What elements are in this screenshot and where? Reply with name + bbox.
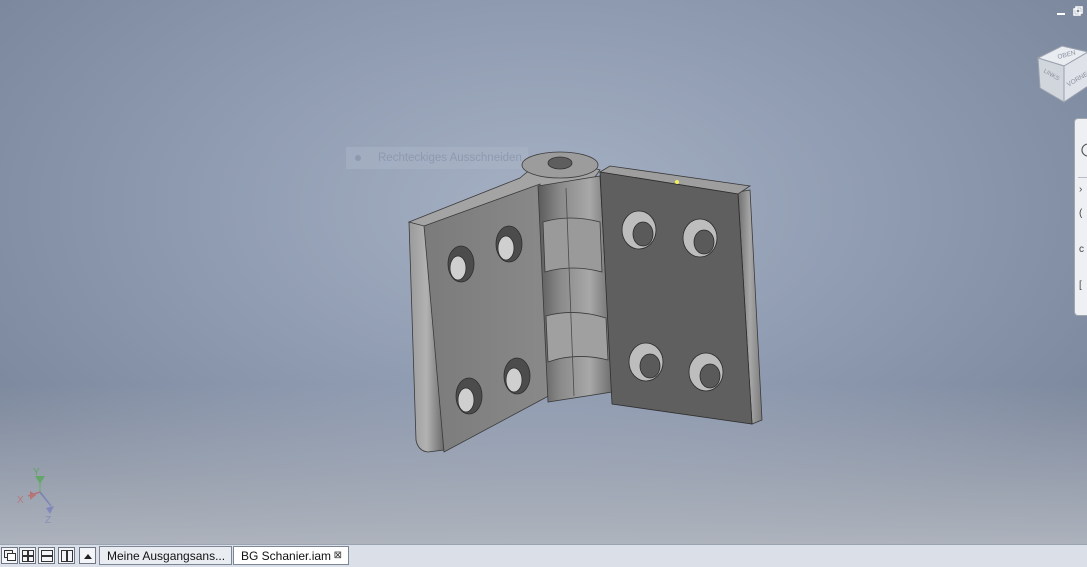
tile-horizontal-icon[interactable] (38, 547, 55, 564)
document-tab-bar: Meine Ausgangsans... BG Schanier.iam ⊠ (0, 544, 1087, 567)
tab-label: Meine Ausgangsans... (107, 549, 226, 563)
tab-label: BG Schanier.iam (241, 549, 332, 563)
tile-vertical-icon[interactable] (58, 547, 75, 564)
close-tab-icon[interactable]: ⊠ (334, 547, 342, 564)
cascade-icon[interactable] (1, 547, 18, 564)
tile-grid-icon[interactable] (19, 547, 36, 564)
tab-meine-ausgangsansicht[interactable]: Meine Ausgangsans... (99, 546, 232, 565)
hinge-model[interactable] (0, 0, 1087, 544)
tab-bg-schanier[interactable]: BG Schanier.iam ⊠ (233, 546, 349, 565)
triangle-up-icon[interactable] (79, 547, 96, 564)
graphics-viewport[interactable]: Rechteckiges Ausschneiden OBEN VORNE LIN… (0, 0, 1087, 544)
